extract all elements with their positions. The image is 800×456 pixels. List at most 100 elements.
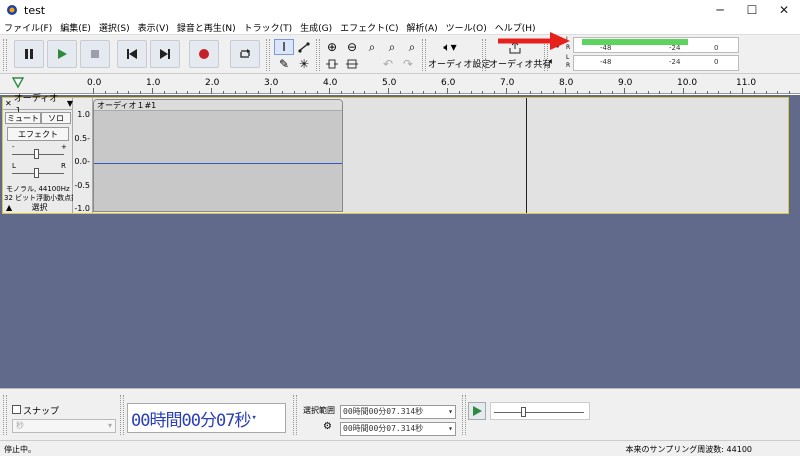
solo-button[interactable]: ソロ (41, 112, 71, 124)
ruler-tick (730, 91, 732, 94)
skip-start-button[interactable] (117, 40, 147, 68)
selection-settings-icon[interactable]: ⚙ (323, 421, 332, 432)
playback-meter[interactable]: -48 -24 0 (573, 55, 739, 71)
mute-button[interactable]: ミュート (5, 112, 41, 124)
toolbar-grip-selection[interactable] (293, 395, 297, 435)
play-meter-scale-0: 0 (714, 58, 719, 66)
ruler-tick (553, 91, 555, 94)
play-button[interactable] (47, 40, 77, 68)
ruler-tick (789, 91, 791, 94)
ruler-tick (234, 91, 236, 94)
stop-button[interactable] (80, 40, 110, 68)
skip-end-button[interactable] (150, 40, 180, 68)
draw-tool[interactable]: ✎ (274, 56, 294, 72)
ruler-tick (128, 91, 130, 94)
track-empty-area[interactable] (343, 98, 788, 213)
toolbar-grip-share[interactable] (482, 39, 486, 71)
ruler-tick (93, 88, 94, 94)
menu-file[interactable]: ファイル(F) (0, 21, 56, 34)
loop-button[interactable] (230, 40, 260, 68)
toolbar-grip-edit[interactable] (316, 39, 320, 71)
audio-clip[interactable]: オーディオ１#1 (93, 99, 343, 212)
gain-plus-label: + (61, 143, 67, 151)
silence-icon (346, 59, 358, 69)
time-value: 00時間00分07秒 (131, 410, 251, 431)
toolbar-grip-time[interactable] (120, 395, 124, 435)
selection-label: 選択範囲 (303, 406, 335, 415)
record-button[interactable] (189, 40, 219, 68)
effects-button[interactable]: エフェクト (7, 127, 69, 141)
vscale-label: 0.0- (74, 157, 90, 166)
zoom-toggle-button[interactable]: ⌕ (402, 39, 422, 55)
fit-selection-button[interactable]: ⌕ (362, 39, 382, 55)
close-button[interactable]: ✕ (768, 0, 800, 20)
ruler-tick (329, 88, 330, 94)
undo-button[interactable]: ↶ (378, 56, 398, 72)
menu-analyze[interactable]: 解析(A) (402, 21, 441, 34)
toolbar-grip-tools[interactable] (266, 39, 270, 71)
toolbar-grip[interactable] (3, 39, 7, 71)
ruler-tick (588, 91, 590, 94)
time-display[interactable]: 00時間00分07秒 ▾ (127, 403, 286, 433)
zoom-out-button[interactable]: ⊖ (342, 39, 362, 55)
selection-start-field[interactable]: 00時間00分07.314秒 ▾ (340, 405, 456, 419)
menu-transport[interactable]: 録音と再生(N) (173, 21, 240, 34)
ruler-tick (482, 91, 484, 94)
tracks-area[interactable]: ✕ オーディオ１ ▼ ミュート ソロ エフェクト - + L R モノラル, 4… (0, 94, 800, 388)
ruler-tick (293, 91, 295, 94)
toolbar-grip-snap[interactable] (3, 395, 7, 435)
vertical-scale[interactable]: 1.0 0.5- 0.0- -0.5 -1.0 (73, 98, 93, 213)
audio-setup-button[interactable]: 🔈︎▾ (435, 39, 465, 55)
playback-speed-slider[interactable] (490, 402, 590, 420)
share-audio-button[interactable] (505, 39, 525, 55)
selection-end-field[interactable]: 00時間00分07.314秒 ▾ (340, 422, 456, 436)
mic-icon[interactable]: 🎙︎ (551, 39, 562, 49)
speaker-icon[interactable]: 🔈︎ (549, 57, 554, 67)
play-head-icon[interactable] (12, 77, 24, 89)
menu-effect[interactable]: エフェクト(C) (336, 21, 402, 34)
play-meter-left-channel: L (566, 54, 570, 61)
zoom-toggle-icon: ⌕ (408, 39, 416, 54)
toolbar-grip-meters[interactable] (544, 39, 548, 71)
menu-tracks[interactable]: トラック(T) (240, 21, 297, 34)
timeline-ruler[interactable]: 0.0 1.0 2.0 3.0 4.0 5.0 6.0 7.0 8.0 9.0 10.0 11.0 (0, 74, 800, 94)
toolbar-grip-play-at-speed[interactable] (462, 395, 466, 435)
menu-select[interactable]: 選択(S) (95, 21, 134, 34)
waveform-line (94, 163, 342, 164)
vscale-label: -0.5 (74, 181, 90, 190)
audio-track[interactable]: ✕ オーディオ１ ▼ ミュート ソロ エフェクト - + L R モノラル, 4… (2, 94, 789, 214)
fit-project-button[interactable]: ⌕ (382, 39, 402, 55)
maximize-button[interactable]: ☐ (736, 0, 768, 20)
recording-meter[interactable]: -48 -24 0 (573, 37, 739, 53)
envelope-tool[interactable] (294, 39, 314, 55)
pan-slider-thumb[interactable] (34, 168, 39, 178)
gain-slider-thumb[interactable] (34, 149, 39, 159)
ruler-tick (694, 91, 696, 94)
time-format-dropdown-icon[interactable]: ▾ (251, 413, 257, 423)
menu-generate[interactable]: 生成(G) (296, 21, 336, 34)
collapse-track-icon[interactable]: ▲ (6, 203, 12, 212)
trim-button[interactable] (322, 56, 342, 72)
pause-button[interactable] (14, 40, 44, 68)
select-track-button[interactable]: 選択 (17, 202, 62, 212)
silence-button[interactable] (342, 56, 362, 72)
menu-tools[interactable]: ツール(O) (442, 21, 491, 34)
menu-edit[interactable]: 編集(E) (56, 21, 95, 34)
ruler-tick (388, 88, 389, 94)
clip-title[interactable]: オーディオ１#1 (94, 100, 342, 111)
redo-button[interactable]: ↷ (398, 56, 418, 72)
minimize-button[interactable]: ─ (704, 0, 736, 20)
toolbar-grip-audio[interactable] (422, 39, 426, 71)
snap-checkbox[interactable] (12, 405, 21, 414)
selection-tool[interactable]: I (274, 39, 294, 55)
menu-help[interactable]: ヘルプ(H) (491, 21, 540, 34)
multi-tool[interactable]: ✳ (294, 56, 314, 72)
ruler-tick (364, 91, 366, 94)
speed-slider-thumb[interactable] (521, 407, 526, 417)
snap-unit-select[interactable]: 秒 ▾ (12, 419, 116, 433)
play-at-speed-button[interactable] (468, 402, 486, 420)
pan-right-label: R (61, 162, 66, 170)
close-track-icon[interactable]: ✕ (3, 99, 14, 108)
menu-view[interactable]: 表示(V) (134, 21, 173, 34)
zoom-in-button[interactable]: ⊕ (322, 39, 342, 55)
